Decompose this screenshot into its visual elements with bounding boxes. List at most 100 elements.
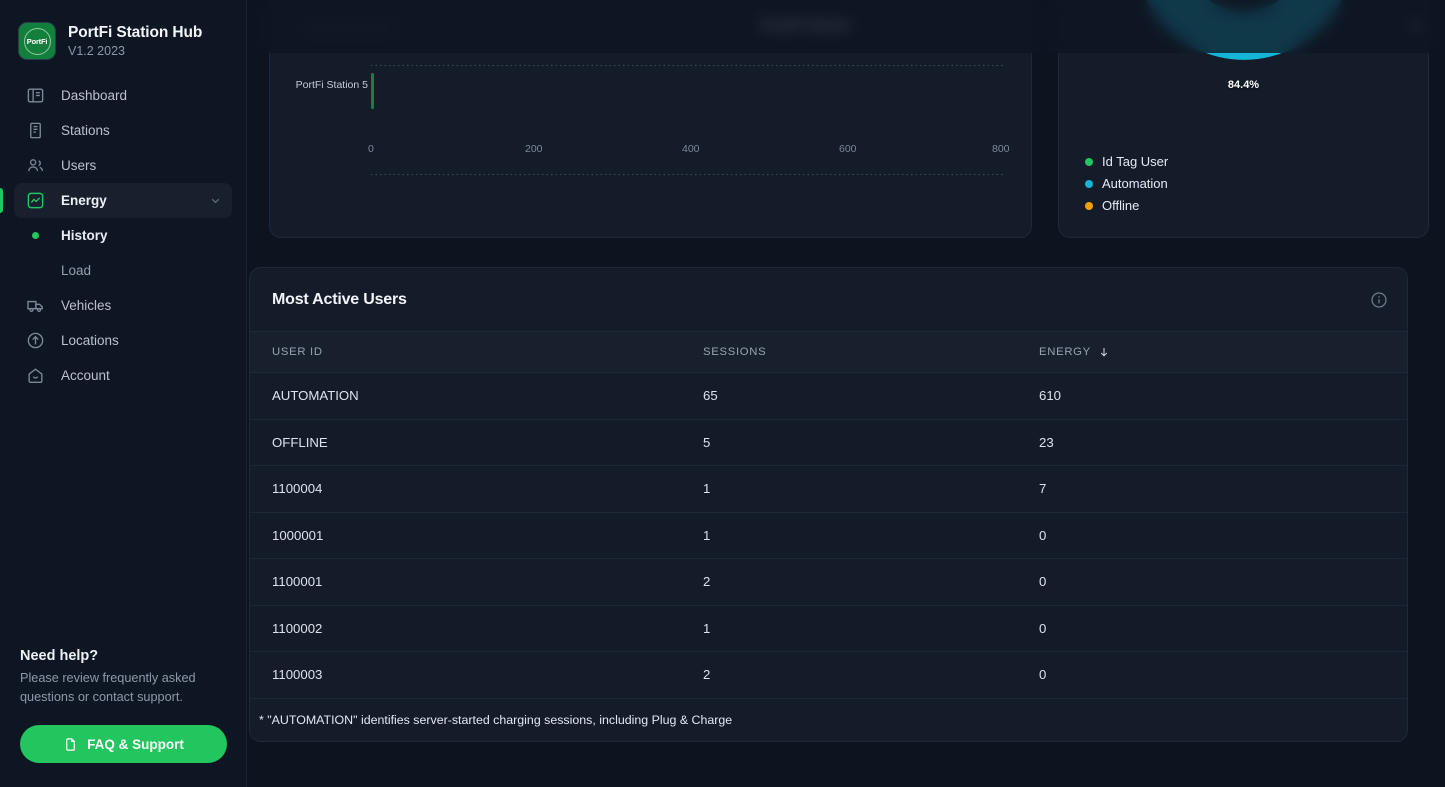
sidebar-subitem-history[interactable]: History xyxy=(14,218,232,253)
sidebar-item-locations[interactable]: Locations xyxy=(14,323,232,358)
table-row[interactable]: 110000210 xyxy=(250,606,1407,653)
legend-item[interactable]: Offline xyxy=(1085,198,1168,213)
bar-category-label: PortFi Station 5 xyxy=(292,79,368,91)
user-id-cell: AUTOMATION xyxy=(250,388,703,403)
sidebar-item-users[interactable]: Users xyxy=(14,148,232,183)
app-version: V1.2 2023 xyxy=(68,44,202,58)
faq-support-label: FAQ & Support xyxy=(87,737,184,752)
energy-chart-icon xyxy=(26,191,45,210)
energy-cell: 0 xyxy=(1039,574,1407,589)
x-axis-tick: 0 xyxy=(368,143,374,155)
legend-dot-icon xyxy=(1085,202,1093,210)
column-header-energy[interactable]: ENERGY xyxy=(1039,346,1407,358)
user-id-cell: OFFLINE xyxy=(250,435,703,450)
faq-support-button[interactable]: FAQ & Support xyxy=(20,725,227,763)
arrow-down-icon xyxy=(1098,346,1110,358)
sidebar-item-label: Vehicles xyxy=(61,298,111,313)
sidebar-item-label: Account xyxy=(61,368,110,383)
column-header-user-id[interactable]: USER ID xyxy=(250,346,703,358)
help-title: Need help? xyxy=(20,648,226,664)
legend-label: Automation xyxy=(1102,176,1168,191)
home-icon xyxy=(26,366,45,385)
table-row[interactable]: 110000120 xyxy=(250,559,1407,606)
table-row[interactable]: 100000110 xyxy=(250,513,1407,560)
user-id-cell: 1100004 xyxy=(250,481,703,496)
table-row[interactable]: 110000417 xyxy=(250,466,1407,513)
gridline-top xyxy=(371,65,1003,66)
column-header-sessions[interactable]: SESSIONS xyxy=(703,346,1039,358)
energy-cell: 0 xyxy=(1039,528,1407,543)
sessions-cell: 1 xyxy=(703,528,1039,543)
energy-cell: 23 xyxy=(1039,435,1407,450)
energy-cell: 0 xyxy=(1039,621,1407,636)
sessions-cell: 2 xyxy=(703,667,1039,682)
sidebar-subitem-load[interactable]: Load xyxy=(14,253,232,288)
sidebar-item-energy[interactable]: Energy xyxy=(14,183,232,218)
legend-label: Id Tag User xyxy=(1102,154,1168,169)
gridline-bottom xyxy=(371,174,1003,175)
chevron-down-icon[interactable] xyxy=(209,194,222,207)
user-id-cell: 1100003 xyxy=(250,667,703,682)
donut-value-label: 84.4% xyxy=(1228,79,1259,91)
table-row[interactable]: OFFLINE523 xyxy=(250,420,1407,467)
main-content: PortFi Station 5 0 200 400 600 800 xyxy=(247,0,1445,787)
sessions-cell: 65 xyxy=(703,388,1039,403)
sidebar-item-label: Users xyxy=(61,158,96,173)
table-body: AUTOMATION65610OFFLINE523110000417100000… xyxy=(250,373,1407,699)
sidebar-subitem-label: History xyxy=(61,228,108,243)
sessions-cell: 1 xyxy=(703,621,1039,636)
sidebar-item-dashboard[interactable]: Dashboard xyxy=(14,78,232,113)
brand-header[interactable]: PortFi PortFi Station Hub V1.2 2023 xyxy=(0,0,246,66)
help-body: Please review frequently asked questions… xyxy=(20,669,226,708)
table-head-row: USER ID SESSIONS ENERGY xyxy=(250,331,1407,373)
active-dot-icon xyxy=(26,232,45,239)
donut-legend: Id Tag User Automation Offline xyxy=(1085,154,1168,213)
column-header-label: SESSIONS xyxy=(703,346,766,358)
table-row[interactable]: 110000320 xyxy=(250,652,1407,699)
table-footnote-text: * "AUTOMATION" identifies server-started… xyxy=(259,713,732,727)
energy-cell: 610 xyxy=(1039,388,1407,403)
energy-cell: 7 xyxy=(1039,481,1407,496)
sidebar-item-vehicles[interactable]: Vehicles xyxy=(14,288,232,323)
legend-dot-icon xyxy=(1085,158,1093,166)
document-icon xyxy=(63,737,78,752)
bar-segment[interactable] xyxy=(371,73,374,109)
sessions-cell: 2 xyxy=(703,574,1039,589)
legend-dot-icon xyxy=(1085,180,1093,188)
sidebar-nav: Dashboard Stations Users xyxy=(0,78,246,393)
legend-item[interactable]: Automation xyxy=(1085,176,1168,191)
station-energy-bar-chart: PortFi Station 5 0 200 400 600 800 xyxy=(270,51,1032,191)
table-title: Most Active Users xyxy=(272,291,407,309)
table-footnote: * "AUTOMATION" identifies server-started… xyxy=(250,699,1407,741)
top-bar xyxy=(247,0,1445,53)
column-header-label: USER ID xyxy=(272,346,323,358)
x-axis-tick: 400 xyxy=(682,143,700,155)
info-circle-icon[interactable] xyxy=(1370,291,1388,309)
sidebar-item-account[interactable]: Account xyxy=(14,358,232,393)
arrow-up-circle-icon xyxy=(26,331,45,350)
sidebar: PortFi PortFi Station Hub V1.2 2023 Dash… xyxy=(0,0,247,787)
users-icon xyxy=(26,156,45,175)
portfi-logo: PortFi xyxy=(18,22,56,60)
sidebar-item-label: Stations xyxy=(61,123,110,138)
x-axis-tick: 800 xyxy=(992,143,1010,155)
energy-cell: 0 xyxy=(1039,667,1407,682)
scroll-region: PortFi Station 5 0 200 400 600 800 xyxy=(247,0,1445,787)
dashboard-icon xyxy=(26,86,45,105)
app-root: PortFi PortFi Station Hub V1.2 2023 Dash… xyxy=(0,0,1445,787)
help-section: Need help? Please review frequently aske… xyxy=(0,648,246,787)
logo-text: PortFi xyxy=(24,28,51,55)
app-title: PortFi Station Hub xyxy=(68,24,202,41)
sidebar-item-stations[interactable]: Stations xyxy=(14,113,232,148)
table-row[interactable]: AUTOMATION65610 xyxy=(250,373,1407,420)
x-axis-tick: 200 xyxy=(525,143,543,155)
sidebar-item-label: Locations xyxy=(61,333,119,348)
x-axis-tick: 600 xyxy=(839,143,857,155)
user-id-cell: 1100002 xyxy=(250,621,703,636)
user-id-cell: 1100001 xyxy=(250,574,703,589)
sidebar-item-label: Dashboard xyxy=(61,88,127,103)
legend-item[interactable]: Id Tag User xyxy=(1085,154,1168,169)
user-id-cell: 1000001 xyxy=(250,528,703,543)
legend-label: Offline xyxy=(1102,198,1139,213)
most-active-users-card: Most Active Users USER ID SESSIONS ENERG… xyxy=(249,267,1408,742)
